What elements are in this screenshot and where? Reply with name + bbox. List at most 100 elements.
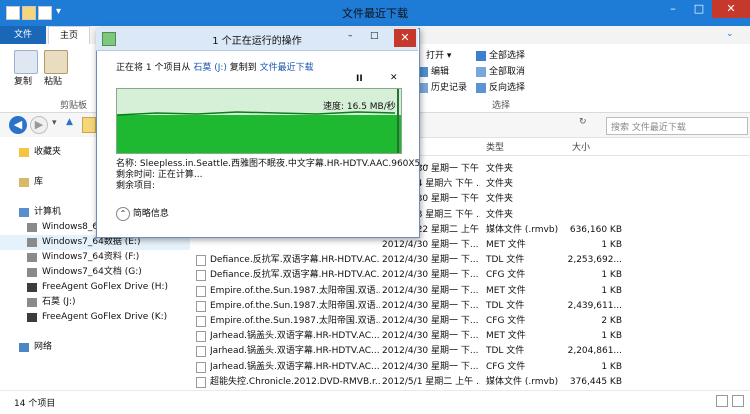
edit-button[interactable]: 编辑 xyxy=(418,64,449,77)
status-bar: 14 个项目 xyxy=(0,390,750,414)
drive-icon xyxy=(27,238,37,247)
details-view-icon[interactable] xyxy=(716,395,728,407)
invert-selection-button[interactable]: 反向选择 xyxy=(476,80,525,93)
invert-selection-icon xyxy=(476,82,486,93)
up-button[interactable]: ▲ xyxy=(66,117,73,127)
select-none-icon xyxy=(476,66,486,77)
remaining-items: 剩余项目: xyxy=(116,181,156,191)
cell-type: CFG 文件 xyxy=(486,270,526,281)
cancel-copy-button[interactable]: ✕ xyxy=(390,73,398,83)
nav-drive-2[interactable]: Windows7_64资料 (F:) xyxy=(0,250,190,265)
dialog-minimize-button[interactable]: – xyxy=(348,31,353,41)
nav-favorites-label: 收藏夹 xyxy=(34,147,62,157)
copy-button[interactable]: 复制 xyxy=(14,74,32,87)
cell-name: Jarhead.锅盖头.双语字幕.HR-HDTV.AC... xyxy=(210,331,380,342)
cell-name: Empire.of.the.Sun.1987.太阳帝国.双语... xyxy=(210,316,380,326)
network-icon xyxy=(19,343,29,352)
open-button[interactable]: 打开 ▾ xyxy=(426,48,451,61)
nav-drive-5[interactable]: 石莫 (J:) xyxy=(0,295,190,310)
table-row[interactable]: Empire.of.the.Sun.1987.太阳帝国.双语... 2012/4/… xyxy=(196,314,750,329)
table-row[interactable]: 超能失控.Chronicle.2012.DVD-RMVB.r... 2012/5/… xyxy=(196,375,750,390)
maximize-button[interactable]: □ xyxy=(686,0,712,18)
copy-icon[interactable] xyxy=(14,50,38,74)
drive-icon xyxy=(27,298,37,307)
search-box[interactable]: 搜索 文件最近下载 xyxy=(606,117,748,135)
tab-home[interactable]: 主页 xyxy=(48,26,90,45)
table-row[interactable]: Defiance.反抗军.双语字幕.HR-HDTV.AC... 2012/4/30… xyxy=(196,268,750,283)
tab-file[interactable]: 文件 xyxy=(0,26,46,44)
cell-type: CFG 文件 xyxy=(486,316,526,326)
back-button[interactable]: ◀ xyxy=(9,116,27,134)
forward-button[interactable]: ▶ xyxy=(30,116,48,134)
nav-libraries-label: 库 xyxy=(34,177,44,187)
file-icon xyxy=(196,300,206,312)
chevron-up-icon: ⌃ xyxy=(116,207,130,221)
table-row[interactable]: 2012/4/30 星期一 下... MET 文件 1 KB xyxy=(196,238,750,253)
minimize-button[interactable]: – xyxy=(660,0,686,18)
file-icon xyxy=(196,270,206,282)
pause-button[interactable]: II xyxy=(356,74,363,84)
select-none-button[interactable]: 全部取消 xyxy=(476,64,525,77)
file-icon xyxy=(196,285,206,297)
nav-computer-label: 计算机 xyxy=(34,207,62,217)
cell-name: 超能失控.Chronicle.2012.DVD-RMVB.r... xyxy=(210,376,380,387)
dialog-maximize-button[interactable]: □ xyxy=(370,31,379,41)
cell-size: 2,204,861... xyxy=(567,346,622,357)
nav-drive-label: FreeAgent GoFlex Drive (H:) xyxy=(42,282,168,292)
cell-date: 2012/4/30 星期一 下... xyxy=(382,300,479,311)
cell-type: 媒体文件 (.rmvb) xyxy=(486,224,559,235)
table-row[interactable]: Jarhead.锅盖头.双语字幕.HR-HDTV.AC... 2012/4/30 … xyxy=(196,329,750,344)
cell-size: 2,439,611... xyxy=(567,300,622,311)
dialog-close-button[interactable]: ✕ xyxy=(394,29,416,47)
cell-type: 文件夹 xyxy=(486,194,514,205)
column-type[interactable]: 类型 xyxy=(486,140,504,153)
large-icons-view-icon[interactable] xyxy=(732,395,744,407)
paste-icon[interactable] xyxy=(44,50,68,74)
item-count: 14 个项目 xyxy=(14,399,56,409)
star-icon xyxy=(19,148,29,157)
paste-button[interactable]: 粘贴 xyxy=(44,74,62,87)
recent-locations-icon[interactable]: ▾ xyxy=(52,118,57,128)
nav-drive-4[interactable]: FreeAgent GoFlex Drive (H:) xyxy=(0,280,190,295)
table-row[interactable]: Defiance.反抗军.双语字幕.HR-HDTV.AC... 2012/4/30… xyxy=(196,253,750,268)
ribbon-expand-icon[interactable]: ⌄ xyxy=(726,29,734,39)
refresh-icon[interactable]: ↻ xyxy=(579,117,587,127)
cell-date: 2012/4/30 星期一 下... xyxy=(382,361,479,372)
details-label: 简略信息 xyxy=(132,209,169,219)
copy-prefix: 正在将 1 个项目从 xyxy=(116,63,191,73)
cell-type: TDL 文件 xyxy=(486,255,525,266)
nav-drive-3[interactable]: Windows7_64文档 (G:) xyxy=(0,265,190,280)
open-label: 打开 xyxy=(426,51,445,61)
drive-icon xyxy=(27,253,37,262)
close-button[interactable]: ✕ xyxy=(712,0,750,18)
table-row[interactable]: Jarhead.锅盖头.双语字幕.HR-HDTV.AC... 2012/4/30 … xyxy=(196,344,750,359)
details-toggle[interactable]: ⌃ 简略信息 xyxy=(116,206,169,221)
window-title: 文件最近下载 xyxy=(342,7,408,20)
nav-drive-label: Windows8_64 xyxy=(42,222,104,232)
destination-link[interactable]: 文件最近下载 xyxy=(260,63,314,73)
source-link[interactable]: 石莫 (J:) xyxy=(193,63,227,73)
cell-size: 636,160 KB xyxy=(569,224,622,235)
cell-type: MET 文件 xyxy=(486,331,526,342)
select-all-button[interactable]: 全部选择 xyxy=(476,48,525,61)
file-icon xyxy=(196,316,206,327)
column-size[interactable]: 大小 xyxy=(572,140,590,153)
cell-type: TDL 文件 xyxy=(486,346,525,357)
drive-icon xyxy=(27,268,37,277)
nav-network[interactable]: 网络 xyxy=(0,340,190,355)
cell-size: 1 KB xyxy=(601,240,622,250)
search-input[interactable]: 搜索 文件最近下载 xyxy=(611,120,686,133)
clipboard-group-label: 剪贴板 xyxy=(60,101,88,111)
table-row[interactable]: Jarhead.锅盖头.双语字幕.HR-HDTV.AC... 2012/4/30 … xyxy=(196,360,750,375)
table-row[interactable]: Empire.of.the.Sun.1987.太阳帝国.双语... 2012/4/… xyxy=(196,299,750,314)
nav-drive-6[interactable]: FreeAgent GoFlex Drive (K:) xyxy=(0,310,190,325)
transfer-speed-graph: 速度: 16.5 MB/秒 xyxy=(116,88,402,154)
cell-name: Empire.of.the.Sun.1987.太阳帝国.双语... xyxy=(210,285,380,296)
cell-date: 2012/4/30 星期一 下... xyxy=(382,285,479,296)
cell-name: Empire.of.the.Sun.1987.太阳帝国.双语... xyxy=(210,300,380,311)
cell-name: Jarhead.锅盖头.双语字幕.HR-HDTV.AC... xyxy=(210,361,380,372)
history-button[interactable]: 历史记录 xyxy=(418,80,467,93)
open-dropdown-icon: ▾ xyxy=(444,51,452,61)
cell-type: MET 文件 xyxy=(486,285,526,296)
table-row[interactable]: Empire.of.the.Sun.1987.太阳帝国.双语... 2012/4/… xyxy=(196,284,750,299)
